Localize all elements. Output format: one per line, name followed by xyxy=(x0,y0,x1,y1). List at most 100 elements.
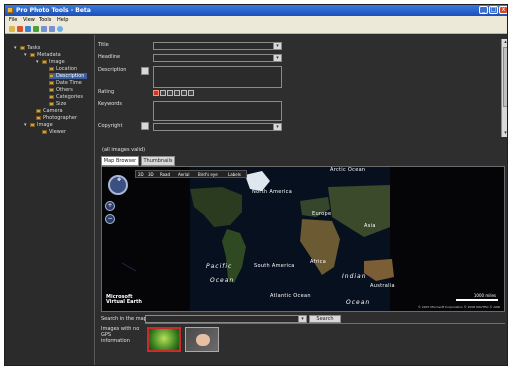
import-icon[interactable] xyxy=(25,26,31,32)
chevron-down-icon[interactable]: ▾ xyxy=(273,43,281,49)
thumbnail-green[interactable] xyxy=(147,327,181,352)
map-label-north-america: North America xyxy=(252,189,293,195)
tab-thumbnails[interactable]: Thumbnails xyxy=(141,156,175,166)
tree-label: Description xyxy=(56,73,85,79)
tree-label: Image xyxy=(37,122,53,128)
tree-item-photographer[interactable]: Photographer xyxy=(36,115,77,121)
rating-stars[interactable] xyxy=(153,90,194,96)
tree-item-metadata[interactable]: ▾ Metadata xyxy=(24,52,61,58)
description-label: Description xyxy=(98,67,127,73)
description-field[interactable] xyxy=(153,66,282,88)
chevron-down-icon[interactable]: ▾ xyxy=(273,55,281,61)
tree-label: Camera xyxy=(43,108,63,114)
star-icon[interactable] xyxy=(153,90,159,96)
minimize-button[interactable]: _ xyxy=(479,6,488,14)
map-label-europe: Europe xyxy=(312,211,332,217)
view-road-button[interactable]: Road xyxy=(160,172,170,177)
title-bar[interactable]: Pro Photo Tools - Beta _ □ x xyxy=(5,5,507,16)
zoom-out-button[interactable]: − xyxy=(105,214,115,224)
tree-item-categories[interactable]: Categories xyxy=(49,94,83,100)
tree-label: Photographer xyxy=(43,115,78,121)
star-icon[interactable] xyxy=(181,90,187,96)
title-label: Title xyxy=(98,42,109,48)
map-label-arctic: Arctic Ocean xyxy=(330,167,366,173)
redo-icon[interactable] xyxy=(49,26,55,32)
save-icon[interactable] xyxy=(17,26,23,32)
headline-field[interactable]: ▾ xyxy=(153,54,282,62)
map-label-indian-ocean: Ocean xyxy=(346,299,371,306)
headline-label: Headline xyxy=(98,54,121,60)
keywords-field[interactable] xyxy=(153,101,282,121)
scroll-thumb[interactable] xyxy=(503,47,507,107)
expand-icon[interactable]: ▾ xyxy=(24,122,27,128)
tree-item-location[interactable]: Location xyxy=(49,66,77,72)
map-label-asia: Asia xyxy=(364,223,376,229)
copyright-edit-button[interactable] xyxy=(141,122,149,130)
search-label: Search in the map xyxy=(101,316,147,322)
thumbnail-dog[interactable] xyxy=(185,327,219,352)
zoom-in-button[interactable]: + xyxy=(105,201,115,211)
search-button[interactable]: Search xyxy=(309,315,341,323)
export-icon[interactable] xyxy=(33,26,39,32)
description-edit-button[interactable] xyxy=(141,67,149,75)
metadata-icon xyxy=(30,53,35,57)
star-icon[interactable] xyxy=(188,90,194,96)
map-label-australia: Australia xyxy=(370,283,395,289)
tree-item-camera[interactable]: Camera xyxy=(36,108,63,114)
chevron-down-icon[interactable]: ▾ xyxy=(298,316,306,322)
world-map xyxy=(102,167,504,311)
tree-item-others[interactable]: Others xyxy=(49,87,73,93)
view-aerial-button[interactable]: Aerial xyxy=(178,172,189,177)
scroll-down-icon[interactable]: ▾ xyxy=(502,130,507,137)
menu-tools[interactable]: Tools xyxy=(39,17,51,23)
tree-label: Tasks xyxy=(27,45,41,51)
tree-item-image-2[interactable]: ▾ Image xyxy=(24,122,53,128)
map-label-africa: Africa xyxy=(310,259,327,265)
viewer-icon xyxy=(42,130,47,134)
tree-item-size[interactable]: Size xyxy=(49,101,66,107)
images-valid-label: (all images valid) xyxy=(102,147,146,153)
view-2d-button[interactable]: 2D xyxy=(138,172,144,177)
map-view[interactable]: ✥ + − 2D 3D Road Aerial Bird's eye Label… xyxy=(101,166,505,312)
undo-icon[interactable] xyxy=(41,26,47,32)
tree-item-image[interactable]: ▾ Image xyxy=(36,59,65,65)
tree-item-tasks[interactable]: ▾ Tasks xyxy=(14,45,41,51)
maximize-button[interactable]: □ xyxy=(489,6,498,14)
view-labels-button[interactable]: Labels xyxy=(228,172,241,177)
tree-label: Size xyxy=(56,101,67,107)
menu-view[interactable]: View xyxy=(23,17,35,23)
tree-item-description[interactable]: Description xyxy=(49,73,87,79)
star-icon[interactable] xyxy=(174,90,180,96)
help-icon[interactable] xyxy=(57,26,63,32)
menu-bar: File View Tools Help xyxy=(5,16,507,24)
map-copyright: © 2007 Microsoft Corporation © 2006 NAVT… xyxy=(417,305,500,309)
star-icon[interactable] xyxy=(160,90,166,96)
chevron-down-icon[interactable]: ▾ xyxy=(273,124,281,130)
calendar-icon xyxy=(49,81,54,85)
view-birdseye-button[interactable]: Bird's eye xyxy=(198,172,218,177)
form-scrollbar[interactable]: ▴ ▾ xyxy=(501,39,507,137)
map-label-pacific-ocean: Ocean xyxy=(210,277,235,284)
navigate-icon: ✥ xyxy=(117,177,122,183)
title-field[interactable]: ▾ xyxy=(153,42,282,50)
expand-icon[interactable]: ▾ xyxy=(24,52,27,58)
menu-help[interactable]: Help xyxy=(57,17,68,23)
map-search-input[interactable]: ▾ xyxy=(145,315,307,323)
view-3d-button[interactable]: 3D xyxy=(148,172,154,177)
tree-item-date-time[interactable]: Date Time xyxy=(49,80,82,86)
open-icon[interactable] xyxy=(9,26,15,32)
no-gps-thumbnails xyxy=(145,323,505,363)
categories-icon xyxy=(49,95,54,99)
star-icon[interactable] xyxy=(167,90,173,96)
close-button[interactable]: x xyxy=(499,6,507,14)
scroll-up-icon[interactable]: ▴ xyxy=(502,39,507,46)
tree-label: Image xyxy=(49,59,65,65)
compass-control[interactable]: ✥ xyxy=(108,175,128,195)
copyright-field[interactable]: ▾ xyxy=(153,123,282,131)
tab-map-browser[interactable]: Map Browser xyxy=(101,156,139,166)
expand-icon[interactable]: ▾ xyxy=(36,59,39,65)
map-label-south-america: South America xyxy=(254,263,295,269)
expand-icon[interactable]: ▾ xyxy=(14,45,17,51)
tree-item-viewer[interactable]: Viewer xyxy=(42,129,66,135)
menu-file[interactable]: File xyxy=(9,17,17,23)
